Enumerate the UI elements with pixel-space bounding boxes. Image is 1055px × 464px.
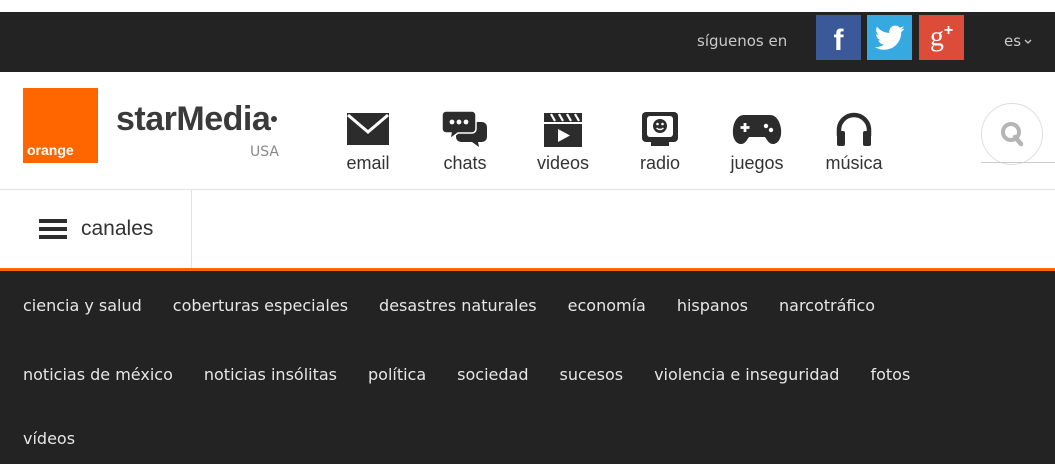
service-label: videos xyxy=(536,153,590,173)
category-row-1: ciencia y salud coberturas especiales de… xyxy=(23,296,875,315)
google-plus-button[interactable]: g+ xyxy=(919,15,964,60)
radio-icon xyxy=(642,112,678,146)
facebook-button[interactable]: f xyxy=(816,15,861,60)
category-link[interactable]: economía xyxy=(568,296,646,315)
category-link[interactable]: coberturas especiales xyxy=(173,296,348,315)
google-plus-icon: g+ xyxy=(929,21,954,53)
category-link[interactable]: noticias de méxico xyxy=(23,365,173,384)
channels-menu-label: canales xyxy=(81,217,154,240)
service-videos[interactable]: videos xyxy=(523,108,603,174)
facebook-icon: f xyxy=(833,23,844,57)
search-button[interactable] xyxy=(981,103,1043,165)
category-link[interactable]: desastres naturales xyxy=(379,296,537,315)
category-row-2: noticias de méxico noticias insólitas po… xyxy=(23,365,910,384)
page-top-margin xyxy=(0,0,1055,12)
clapperboard-icon xyxy=(544,113,582,147)
service-label: chats xyxy=(443,153,487,173)
category-link[interactable]: hispanos xyxy=(677,296,748,315)
logo-dot xyxy=(271,116,278,122)
sub-bar: canales xyxy=(0,190,1055,268)
category-row-3: vídeos xyxy=(23,429,75,448)
category-menu: ciencia y salud coberturas especiales de… xyxy=(0,271,1055,464)
site-header: orange starMedia USA email chats videos … xyxy=(0,72,1055,190)
service-label: radio xyxy=(639,153,681,173)
language-label: es xyxy=(1004,32,1022,50)
headphones-icon xyxy=(836,112,872,146)
category-link[interactable]: vídeos xyxy=(23,429,75,448)
service-label: juegos xyxy=(730,153,784,173)
orange-logo[interactable]: orange xyxy=(23,88,98,163)
envelope-icon xyxy=(347,113,389,145)
starmedia-logo-text: starMedia xyxy=(116,100,271,138)
service-juegos[interactable]: juegos xyxy=(717,108,797,174)
starmedia-logo[interactable]: starMedia xyxy=(116,100,278,138)
service-label: email xyxy=(346,153,390,173)
category-link[interactable]: sociedad xyxy=(457,365,528,384)
chevron-down-icon xyxy=(1024,39,1032,44)
top-bar: síguenos en f g+ es xyxy=(0,12,1055,72)
language-selector[interactable]: es xyxy=(1004,32,1032,50)
follow-us-label: síguenos en xyxy=(697,32,788,50)
chat-bubbles-icon xyxy=(442,110,487,147)
category-link[interactable]: fotos xyxy=(870,365,910,384)
gamepad-icon xyxy=(732,115,782,144)
category-link[interactable]: política xyxy=(368,365,426,384)
channels-menu-button[interactable]: canales xyxy=(0,190,192,268)
region-label: USA xyxy=(250,144,279,160)
service-label: música xyxy=(825,153,883,173)
twitter-button[interactable] xyxy=(867,15,912,60)
service-email[interactable]: email xyxy=(328,108,408,174)
category-link[interactable]: sucesos xyxy=(559,365,623,384)
service-chats[interactable]: chats xyxy=(425,108,505,174)
twitter-icon xyxy=(874,25,904,50)
service-radio[interactable]: radio xyxy=(620,108,700,174)
category-link[interactable]: violencia e inseguridad xyxy=(654,365,839,384)
category-link[interactable]: narcotráfico xyxy=(779,296,875,315)
category-link[interactable]: noticias insólitas xyxy=(204,365,337,384)
service-musica[interactable]: música xyxy=(814,108,894,174)
search-icon xyxy=(1001,122,1024,147)
orange-logo-text: orange xyxy=(27,142,74,158)
hamburger-icon xyxy=(39,219,67,239)
category-link[interactable]: ciencia y salud xyxy=(23,296,142,315)
search-underline xyxy=(981,162,1055,163)
